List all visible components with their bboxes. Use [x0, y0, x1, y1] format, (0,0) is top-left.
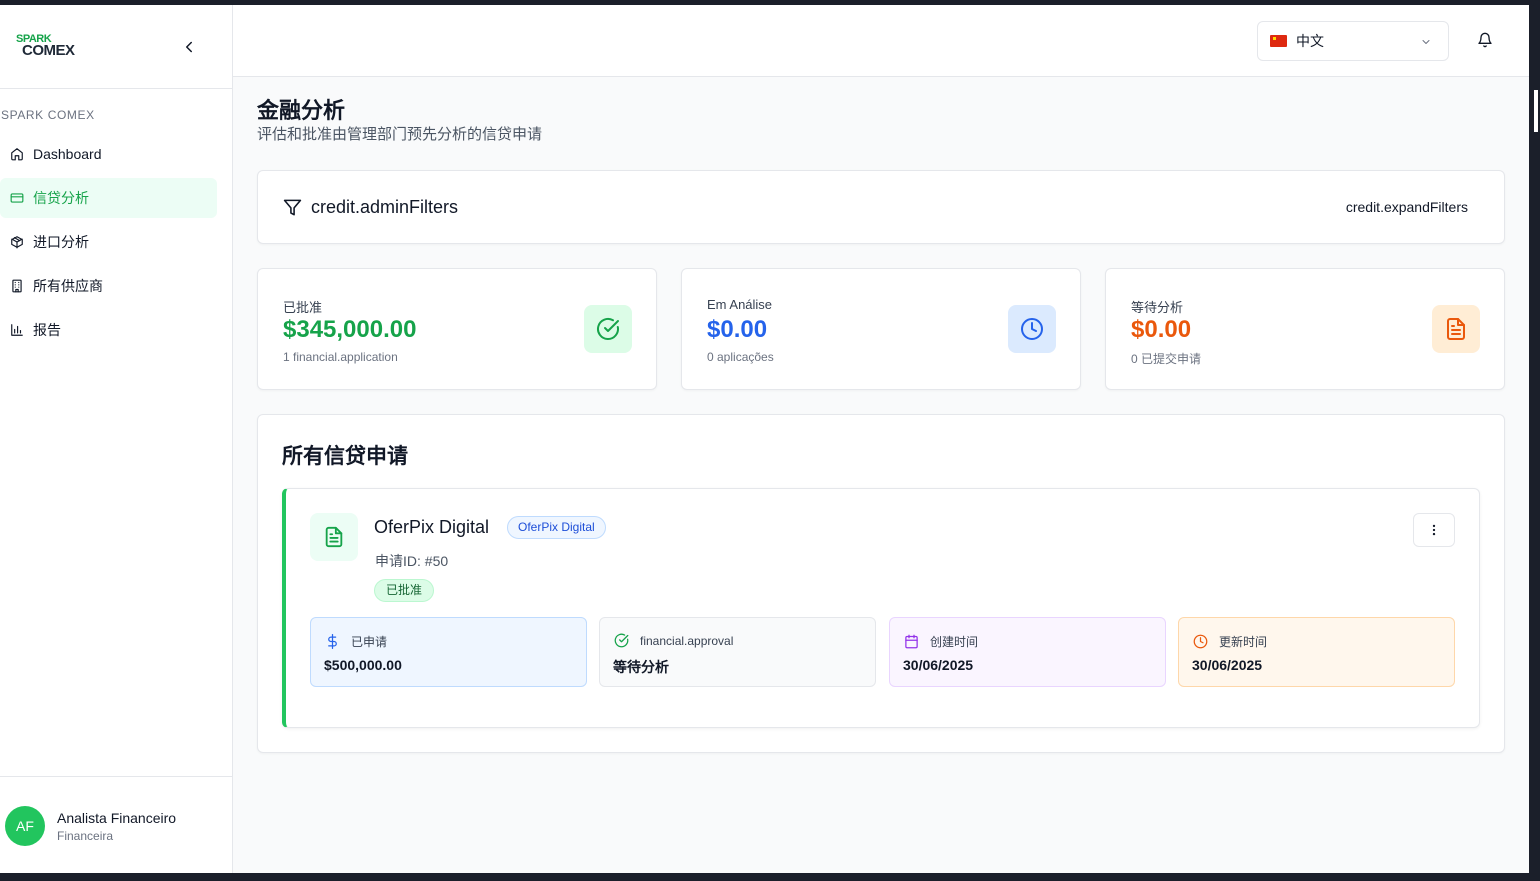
- collapse-sidebar-icon[interactable]: [180, 38, 198, 56]
- applications-panel: 所有信贷申请 OferPix Digital OferPix Digital 申…: [257, 414, 1505, 753]
- info-header: 更新时间: [1193, 633, 1267, 650]
- stat-subtext: 1 financial.application: [283, 350, 398, 364]
- more-options-button[interactable]: [1413, 513, 1455, 547]
- sidebar-item-dashboard[interactable]: Dashboard: [0, 134, 217, 174]
- bar-chart-icon: [11, 324, 23, 336]
- language-select[interactable]: 中文: [1257, 21, 1449, 61]
- china-flag-icon: [1270, 35, 1287, 47]
- stat-card-in-analysis: Em Análise $0.00 0 aplicações: [681, 268, 1081, 390]
- clock-icon: [1021, 318, 1043, 340]
- sidebar-item-import-analysis[interactable]: 进口分析: [0, 222, 217, 262]
- stat-icon-box: [1432, 305, 1480, 353]
- stat-value: $0.00: [1131, 316, 1192, 343]
- user-role: Financeira: [57, 829, 114, 843]
- info-value: $500,000.00: [324, 657, 402, 673]
- info-label: 更新时间: [1219, 635, 1268, 649]
- sidebar-nav: Dashboard 信贷分析 进口分析 所有供应商 报告: [0, 134, 233, 354]
- check-circle-icon: [614, 633, 629, 648]
- stat-value: $0.00: [707, 316, 768, 343]
- package-icon: [11, 236, 23, 249]
- user-name: Analista Financeiro: [57, 810, 177, 826]
- filters-panel: credit.adminFilters credit.expandFilters: [257, 170, 1505, 244]
- stat-card-approved: 已批准 $345,000.00 1 financial.application: [257, 268, 657, 390]
- stat-subtext: 0 已提交申请: [1131, 352, 1202, 366]
- filter-icon: [283, 199, 302, 216]
- info-created-at: 创建时间 30/06/2025: [889, 617, 1166, 687]
- check-circle-icon: [597, 317, 619, 340]
- logo-row: SPARK COMEX: [0, 5, 232, 89]
- logo-text-bottom: COMEX: [22, 42, 75, 59]
- sidebar-section-label: SPARK COMEX: [1, 108, 95, 122]
- application-card[interactable]: OferPix Digital OferPix Digital 申请ID: #5…: [282, 488, 1480, 728]
- sidebar-item-label: 报告: [33, 322, 61, 338]
- page-subtitle: 评估和批准由管理部门预先分析的信贷申请: [257, 126, 543, 143]
- top-header: 中文: [233, 5, 1529, 77]
- clock-icon: [1193, 634, 1208, 649]
- file-text-icon: [1447, 318, 1465, 340]
- info-header: 创建时间: [904, 633, 978, 650]
- building-icon: [12, 279, 22, 293]
- stat-value: $345,000.00: [283, 316, 417, 343]
- sidebar-item-label: Dashboard: [33, 146, 102, 162]
- sidebar: SPARK COMEX SPARK COMEX Dashboard 信贷分析 进…: [0, 5, 233, 873]
- info-financial-approval: financial.approval 等待分析: [599, 617, 876, 687]
- filters-title: credit.adminFilters: [311, 197, 459, 217]
- applications-title: 所有信贷申请: [282, 445, 408, 468]
- info-value: 等待分析: [613, 659, 669, 675]
- stat-icon-box: [584, 305, 632, 353]
- sidebar-item-label: 信贷分析: [33, 190, 89, 206]
- application-id: 申请ID: #50: [375, 553, 449, 569]
- stat-icon-box: [1008, 305, 1056, 353]
- stat-card-pending: 等待分析 $0.00 0 已提交申请: [1105, 268, 1505, 390]
- info-value: 30/06/2025: [1192, 657, 1263, 673]
- user-profile[interactable]: AF Analista Financeiro Financeira: [0, 776, 233, 873]
- sidebar-item-reports[interactable]: 报告: [0, 310, 217, 350]
- info-header: financial.approval: [614, 633, 733, 648]
- language-label: 中文: [1296, 33, 1324, 49]
- notification-bell-icon[interactable]: [1477, 32, 1493, 48]
- status-badge: 已批准: [374, 579, 435, 602]
- application-icon-box: [310, 513, 358, 561]
- info-updated-at: 更新时间 30/06/2025: [1178, 617, 1455, 687]
- expand-filters-button[interactable]: credit.expandFilters: [1346, 199, 1468, 215]
- spark-comex-logo[interactable]: SPARK COMEX: [16, 33, 88, 65]
- app-window: SPARK COMEX SPARK COMEX Dashboard 信贷分析 进…: [0, 5, 1529, 873]
- file-text-icon: [325, 526, 343, 548]
- stat-subtext: 0 aplicações: [707, 350, 774, 364]
- stat-label: 等待分析: [1131, 300, 1184, 315]
- info-value: 30/06/2025: [903, 657, 974, 673]
- company-badge: OferPix Digital: [507, 516, 606, 539]
- info-requested-amount: 已申请 $500,000.00: [310, 617, 587, 687]
- info-header: 已申请: [325, 633, 387, 650]
- info-label: 创建时间: [930, 635, 979, 649]
- page-title: 金融分析: [257, 98, 346, 123]
- sidebar-item-suppliers[interactable]: 所有供应商: [0, 266, 217, 306]
- dollar-icon: [328, 634, 337, 649]
- sidebar-item-credit-analysis[interactable]: 信贷分析: [0, 178, 217, 218]
- credit-card-icon: [10, 193, 24, 203]
- calendar-icon: [905, 634, 918, 649]
- info-label: financial.approval: [640, 633, 734, 648]
- sidebar-item-label: 进口分析: [33, 234, 89, 250]
- stat-label: Em Análise: [707, 297, 773, 312]
- sidebar-item-label: 所有供应商: [33, 278, 103, 294]
- stat-label: 已批准: [283, 300, 323, 315]
- home-icon: [11, 148, 23, 161]
- chevron-down-icon: [1422, 40, 1430, 44]
- avatar: AF: [5, 806, 45, 846]
- info-label: 已申请: [351, 635, 388, 649]
- company-name: OferPix Digital: [374, 517, 490, 537]
- more-vertical-icon: [1432, 524, 1436, 536]
